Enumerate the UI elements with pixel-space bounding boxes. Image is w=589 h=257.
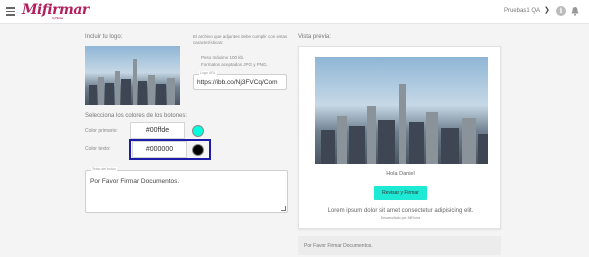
logo-requirement-format: Formatos aceptados JPG y PNG.	[201, 62, 268, 67]
preview-footer: Por Favor Firmar Documentos.	[298, 236, 501, 255]
brand-logo[interactable]: Mifirmar by Firmas	[22, 2, 89, 20]
logo-url-input[interactable]	[197, 78, 284, 87]
logo-section-label: Incluir tu logo:	[85, 34, 123, 40]
logo-requirements-title: El archivo que adjuntes debe cumplir con…	[193, 34, 288, 45]
logo-requirement-size: Peso máximo 100 kb.	[201, 55, 245, 60]
text-color-highlight	[129, 139, 211, 160]
primary-color-label: Color primario:	[85, 128, 118, 134]
preview-lorem-text: Lorem ipsum dolor sit amet consectetur a…	[327, 208, 474, 214]
preview-greeting: Hola Daniel	[386, 171, 415, 177]
preview-title: Vista previa:	[298, 34, 331, 40]
top-bar: Mifirmar by Firmas Pruebas1 QA ❯ i	[0, 0, 589, 24]
button-text-legend: Texto del botón	[91, 167, 117, 171]
logo-url-legend: Logo URL	[199, 71, 217, 75]
primary-color-input[interactable]: #00ffde	[130, 122, 185, 139]
info-icon[interactable]: i	[556, 6, 566, 16]
chevron-down-icon[interactable]: ❯	[544, 6, 550, 14]
hamburger-menu-icon[interactable]	[6, 7, 15, 16]
preview-logo-image	[315, 57, 488, 164]
resize-handle-icon[interactable]	[281, 206, 286, 211]
preview-card: Hola Daniel Revisar y Firmar Lorem ipsum…	[298, 46, 501, 229]
user-name[interactable]: Pruebas1 QA	[504, 8, 540, 14]
button-text-value[interactable]: Por Favor Firmar Documentos.	[90, 178, 179, 185]
preview-sign-button[interactable]: Revisar y Firmar	[374, 186, 427, 200]
logo-image[interactable]	[85, 46, 180, 105]
primary-color-swatch[interactable]	[192, 125, 204, 137]
preview-powered-by: Desarrollado por MiFirma	[380, 216, 421, 220]
button-text-field[interactable]: Texto del botón Por Favor Firmar Documen…	[85, 167, 288, 213]
colors-heading: Selecciona los colores de los botones:	[85, 113, 188, 119]
text-color-label: Color texto:	[85, 146, 111, 152]
bell-icon[interactable]	[570, 6, 580, 16]
logo-url-field[interactable]: Logo URL	[193, 71, 287, 90]
